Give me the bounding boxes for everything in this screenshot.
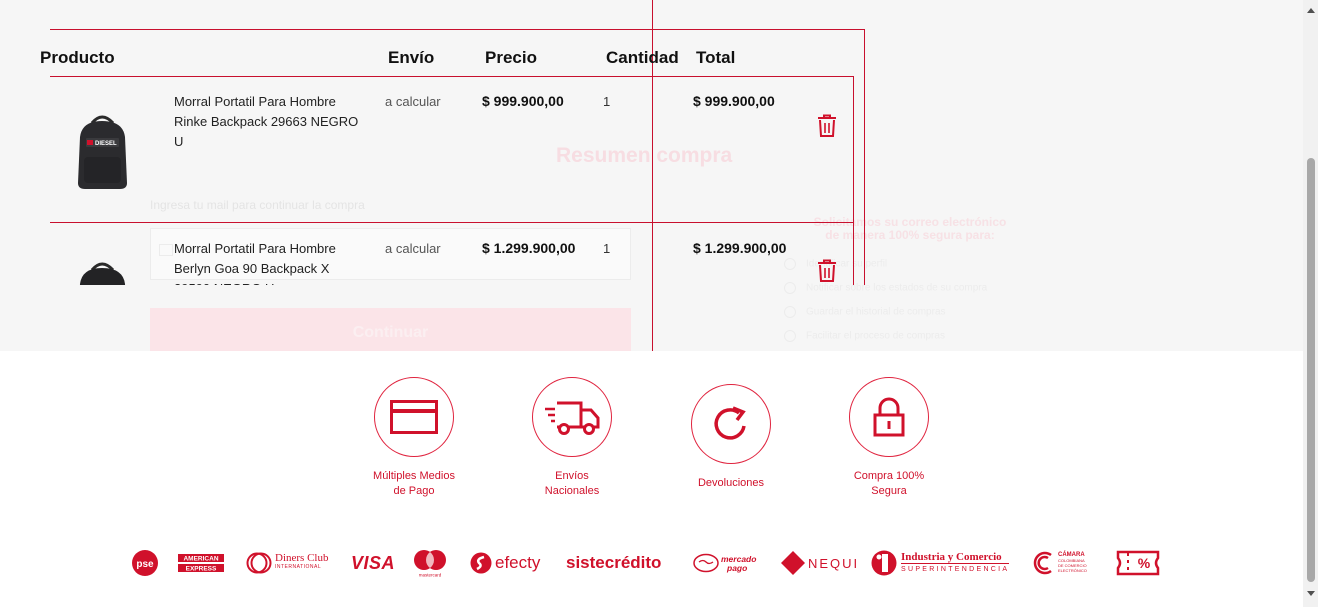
- sistecredito-logo: sistecrédito: [566, 553, 662, 572]
- feature-national-shipping: Envíos Nacionales: [507, 377, 637, 499]
- efecty-icon: [470, 552, 492, 574]
- product-total: $ 999.900,00: [693, 93, 775, 109]
- clock-icon: [784, 306, 796, 318]
- header-quantity: Cantidad: [606, 48, 679, 67]
- feature-label: Devoluciones: [697, 477, 765, 489]
- feature-label: Envíos Nacionales: [544, 470, 600, 497]
- scroll-up-arrow-icon[interactable]: [1307, 8, 1315, 13]
- trash-icon[interactable]: [816, 259, 838, 283]
- diners-logo: Diners Club INTERNATIONAL: [246, 545, 328, 581]
- mercadopago-icon: mercado pago: [693, 553, 756, 573]
- amex-icon: AMERICAN EXPRESS: [178, 552, 224, 574]
- ccce-logo: CÁMARA COLOMBIANA DE COMERCIO ELECTRÓNIC…: [1031, 545, 1087, 581]
- mastercard-logo: mastercard: [412, 545, 448, 581]
- feature-label: Múltiples Medios de Pago: [373, 470, 455, 497]
- product-quantity[interactable]: 1: [603, 94, 610, 109]
- svg-text:%: %: [1138, 555, 1151, 571]
- feature-circle: [374, 377, 454, 457]
- svg-text:pago: pago: [726, 563, 747, 573]
- card-icon: [390, 400, 438, 434]
- product-quantity[interactable]: 1: [603, 241, 610, 256]
- product-image: [79, 262, 126, 285]
- trash-icon[interactable]: [816, 114, 838, 138]
- truck-icon: [545, 401, 600, 435]
- product-image: DIESEL: [78, 115, 127, 189]
- product-price: $ 1.299.900,00: [482, 240, 576, 256]
- cart-table: Producto Envío Precio Cantidad Total DIE…: [0, 0, 870, 285]
- header-price: Precio: [485, 48, 537, 67]
- scrollbar[interactable]: [1303, 0, 1318, 607]
- email-info-item: Guardar el historial de compras: [784, 306, 946, 318]
- svg-text:DIESEL: DIESEL: [95, 141, 117, 147]
- feature-circle: [849, 377, 929, 457]
- feature-circle: [691, 384, 771, 464]
- header-shipping: Envío: [388, 48, 435, 67]
- svg-text:EXPRESS: EXPRESS: [186, 566, 217, 573]
- lock-icon: [873, 397, 905, 437]
- product-name[interactable]: Morral Portatil Para Hombre Rinke Backpa…: [174, 92, 369, 152]
- refresh-icon: [714, 406, 746, 440]
- product-shipping: a calcular: [385, 94, 441, 109]
- scrollbar-thumb[interactable]: [1307, 158, 1315, 582]
- check-icon: [784, 330, 796, 342]
- sic-icon: [871, 550, 897, 576]
- mastercard-icon: mastercard: [414, 550, 446, 578]
- svg-text:pse: pse: [136, 559, 154, 570]
- pse-icon: pse: [132, 550, 158, 576]
- visa-logo: VISA: [351, 552, 396, 573]
- svg-text:mastercard: mastercard: [419, 573, 442, 578]
- feature-circle: [532, 377, 612, 457]
- sic-logo: Industria y Comercio SUPERINTENDENCIA: [871, 545, 1010, 581]
- continue-button[interactable]: Continuar: [150, 308, 631, 351]
- product-total: $ 1.299.900,00: [693, 240, 787, 256]
- scroll-down-arrow-icon[interactable]: [1307, 591, 1315, 596]
- header-total: Total: [696, 48, 736, 67]
- email-info-item: Facilitar el proceso de compras: [784, 330, 945, 342]
- amex-logo: AMERICAN EXPRESS: [178, 545, 224, 581]
- feature-payment-methods: Múltiples Medios de Pago: [349, 377, 479, 499]
- svg-text:AMERICAN: AMERICAN: [183, 556, 218, 563]
- product-name[interactable]: Morral Portatil Para Hombre Berlyn Goa 9…: [174, 239, 369, 285]
- nequi-logo: NEQUI: [780, 545, 859, 581]
- header-product: Producto: [40, 48, 115, 67]
- feature-secure-purchase: Compra 100% Segura: [824, 377, 954, 499]
- mercadopago-logo: mercado pago: [693, 545, 757, 581]
- nequi-icon: [781, 551, 805, 575]
- efecty-logo: efecty: [470, 545, 540, 581]
- diners-icon: [246, 552, 272, 574]
- table-row: Morral Portatil Para Hombre Berlyn Goa 9…: [50, 222, 854, 285]
- product-shipping: a calcular: [385, 241, 441, 256]
- feature-returns: Devoluciones: [666, 384, 796, 491]
- discount-logo: %: [1114, 545, 1162, 581]
- table-row: DIESEL Morral Portatil Para Hombre Rinke…: [50, 76, 854, 223]
- feature-label: Compra 100% Segura: [853, 470, 925, 497]
- ccce-icon: [1033, 551, 1052, 575]
- pse-logo: pse: [131, 545, 159, 581]
- discount-tag-icon: %: [1116, 550, 1160, 576]
- product-price: $ 999.900,00: [482, 93, 564, 109]
